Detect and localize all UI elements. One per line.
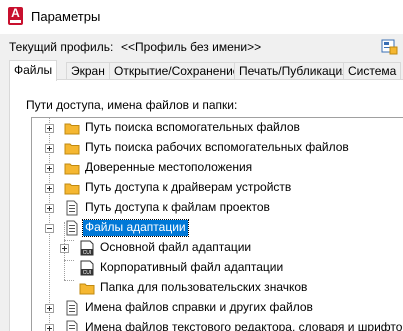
folder-icon bbox=[79, 283, 95, 295]
collapse-icon[interactable] bbox=[45, 224, 54, 233]
search-paths-tree[interactable]: Путь поиска вспомогательных файлов Путь … bbox=[31, 117, 403, 331]
folder-icon bbox=[64, 143, 80, 155]
cui-file-icon: CUI bbox=[80, 260, 94, 276]
window-title: Параметры bbox=[31, 9, 101, 24]
expand-icon[interactable] bbox=[45, 204, 54, 213]
current-profile-name: <<Профиль без имени>> bbox=[121, 40, 262, 54]
tree-item-customization-files[interactable]: Файлы адаптации bbox=[32, 218, 403, 238]
folder-icon bbox=[64, 123, 80, 135]
tree-item-help-and-misc-files[interactable]: Имена файлов справки и других файлов bbox=[32, 298, 403, 318]
tree-item-device-driver-path[interactable]: Путь доступа к драйверам устройств bbox=[32, 178, 403, 198]
current-profile-label: Текущий профиль: bbox=[9, 40, 114, 54]
svg-text:CUI: CUI bbox=[83, 270, 92, 276]
tree-item-label: Имена файлов текстового редактора, слова… bbox=[85, 320, 403, 331]
options-dialog: Текущий профиль: <<Профиль без имени>> Ф… bbox=[0, 34, 403, 331]
files-tab-panel: Пути доступа, имена файлов и папки: Путь… bbox=[9, 79, 403, 331]
tree-item-label: Корпоративный файл адаптации bbox=[100, 260, 284, 274]
tree-item-support-file-search-path[interactable]: Путь поиска вспомогательных файлов bbox=[32, 118, 403, 138]
profile-drawing-icon bbox=[381, 39, 398, 55]
tree-item-custom-icons-folder[interactable]: Папка для пользовательских значков bbox=[32, 278, 403, 298]
tree-item-text-editor-dictionary-fonts[interactable]: Имена файлов текстового редактора, слова… bbox=[32, 318, 403, 331]
expand-icon[interactable] bbox=[45, 164, 54, 173]
autocad-app-icon: A bbox=[8, 7, 23, 25]
tree-item-label: Путь доступа к файлам проектов bbox=[85, 200, 270, 214]
tab-system[interactable]: Система bbox=[343, 62, 402, 80]
tree-item-label: Доверенные местоположения bbox=[85, 160, 253, 174]
tree-item-working-support-file-search-path[interactable]: Путь поиска рабочих вспомогательных файл… bbox=[32, 138, 403, 158]
tab-display[interactable]: Экран bbox=[66, 62, 110, 80]
svg-text:CUI: CUI bbox=[83, 250, 92, 256]
tree-item-label: Папка для пользовательских значков bbox=[100, 280, 308, 294]
tab-files[interactable]: Файлы bbox=[9, 60, 58, 81]
tree-item-label: Файлы адаптации bbox=[82, 219, 189, 237]
document-icon bbox=[66, 320, 78, 331]
tree-item-enterprise-customization-file[interactable]: CUI Корпоративный файл адаптации bbox=[32, 258, 403, 278]
expand-icon[interactable] bbox=[45, 124, 54, 133]
tree-item-project-files-path[interactable]: Путь доступа к файлам проектов bbox=[32, 198, 403, 218]
expand-icon[interactable] bbox=[45, 324, 54, 331]
expand-icon[interactable] bbox=[45, 144, 54, 153]
expand-icon[interactable] bbox=[45, 304, 54, 313]
title-bar: A Параметры bbox=[0, 0, 403, 34]
tree-item-label: Основной файл адаптации bbox=[100, 240, 252, 254]
document-icon bbox=[66, 300, 78, 316]
tab-plot-publish[interactable]: Печать/Публикация bbox=[234, 62, 354, 80]
document-icon bbox=[66, 200, 78, 216]
tab-open-save[interactable]: Открытие/Сохранение bbox=[109, 62, 245, 80]
tree-item-label: Путь доступа к драйверам устройств bbox=[85, 180, 292, 194]
folder-icon bbox=[64, 183, 80, 195]
search-paths-label: Пути доступа, имена файлов и папки: bbox=[26, 98, 238, 112]
tree-item-trusted-locations[interactable]: Доверенные местоположения bbox=[32, 158, 403, 178]
expand-icon[interactable] bbox=[60, 244, 69, 253]
tree-item-label: Путь поиска рабочих вспомогательных файл… bbox=[85, 140, 349, 154]
tree-item-label: Путь поиска вспомогательных файлов bbox=[85, 120, 300, 134]
document-icon bbox=[66, 220, 78, 236]
expand-icon[interactable] bbox=[45, 184, 54, 193]
cui-file-icon: CUI bbox=[80, 240, 94, 256]
tree-item-main-customization-file[interactable]: CUI Основной файл адаптации bbox=[32, 238, 403, 258]
folder-icon bbox=[64, 163, 80, 175]
options-tabs: Файлы Экран Открытие/Сохранение Печать/П… bbox=[9, 60, 403, 81]
tree-item-label: Имена файлов справки и других файлов bbox=[85, 300, 313, 314]
